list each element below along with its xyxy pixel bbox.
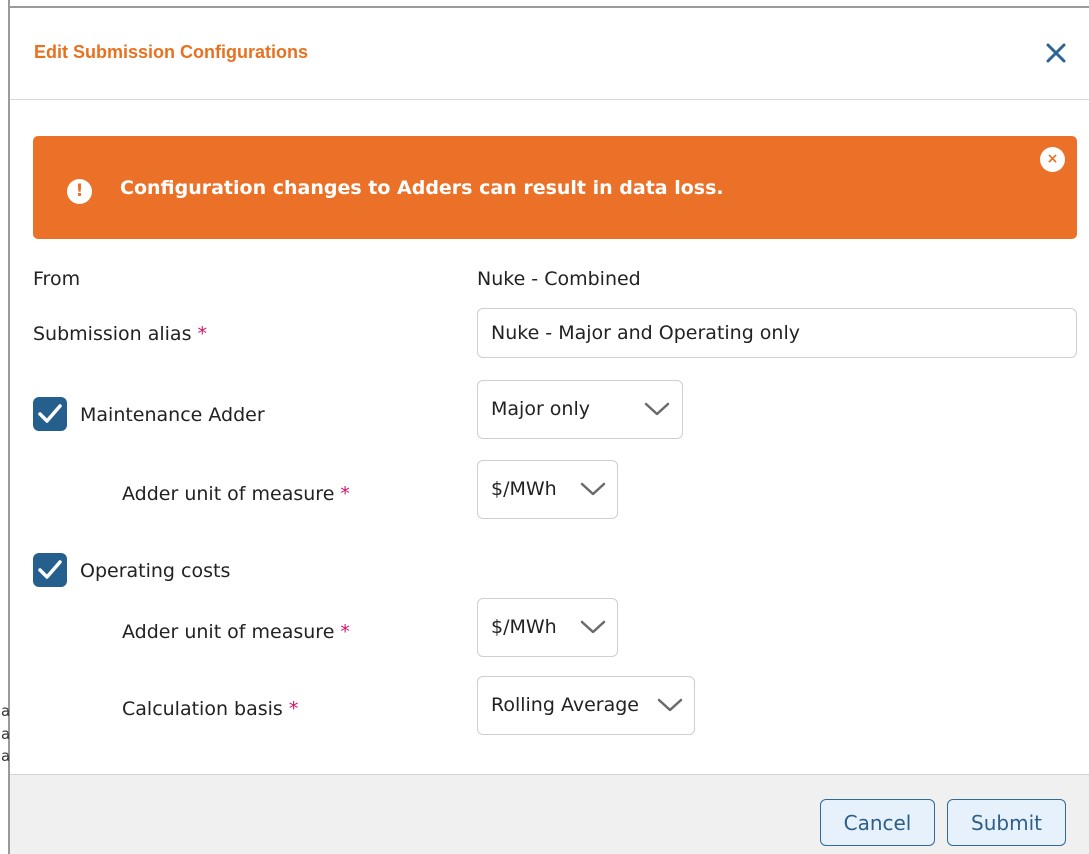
dialog-footer: Cancel Submit xyxy=(10,774,1089,854)
calculation-basis-label-text: Calculation basis xyxy=(122,698,283,720)
exclamation-icon: ! xyxy=(67,179,92,204)
calculation-basis-select-value: Rolling Average xyxy=(491,694,639,716)
maintenance-adder-select[interactable]: Major only xyxy=(477,380,683,439)
operating-uom-label: Adder unit of measure * xyxy=(122,621,350,643)
warning-message: Configuration changes to Adders can resu… xyxy=(120,177,724,199)
from-label: From xyxy=(33,268,81,290)
operating-uom-label-text: Adder unit of measure xyxy=(122,621,335,643)
background-page-edge: a a a xyxy=(0,0,10,854)
submission-alias-label: Submission alias * xyxy=(33,323,207,345)
maintenance-uom-select-value: $/MWh xyxy=(491,478,557,500)
required-marker: * xyxy=(288,698,299,720)
from-value: Nuke - Combined xyxy=(477,268,641,290)
operating-costs-checkbox[interactable] xyxy=(33,553,67,587)
operating-uom-select-value: $/MWh xyxy=(491,616,557,638)
background-text-fragment: a xyxy=(1,747,11,765)
dismiss-warning-button[interactable]: × xyxy=(1040,147,1065,172)
operating-uom-select[interactable]: $/MWh xyxy=(477,598,618,657)
checkmark-icon xyxy=(38,560,62,579)
checkmark-icon xyxy=(38,404,62,423)
maintenance-uom-label-text: Adder unit of measure xyxy=(122,483,335,505)
required-marker: * xyxy=(197,323,207,345)
operating-costs-label: Operating costs xyxy=(80,560,231,582)
background-text-fragment: a xyxy=(1,702,11,720)
maintenance-adder-select-value: Major only xyxy=(491,398,590,420)
maintenance-adder-checkbox[interactable] xyxy=(33,397,67,431)
submission-alias-input[interactable] xyxy=(477,308,1077,358)
chevron-down-icon xyxy=(580,482,606,496)
maintenance-adder-label: Maintenance Adder xyxy=(80,404,265,426)
close-icon xyxy=(1046,43,1066,63)
dialog-header: Edit Submission Configurations xyxy=(10,8,1089,100)
maintenance-uom-select[interactable]: $/MWh xyxy=(477,460,618,519)
required-marker: * xyxy=(340,483,350,505)
submit-button[interactable]: Submit xyxy=(947,799,1066,846)
cancel-button[interactable]: Cancel xyxy=(820,799,935,846)
background-text-fragment: a xyxy=(1,725,11,743)
dialog-title: Edit Submission Configurations xyxy=(34,42,308,62)
calculation-basis-select[interactable]: Rolling Average xyxy=(477,676,695,735)
maintenance-uom-label: Adder unit of measure * xyxy=(122,483,350,505)
close-dialog-button[interactable] xyxy=(1041,38,1071,68)
chevron-down-icon xyxy=(657,698,683,712)
required-marker: * xyxy=(340,621,350,643)
data-loss-warning-banner: ! Configuration changes to Adders can re… xyxy=(33,136,1077,239)
submission-alias-label-text: Submission alias xyxy=(33,323,192,345)
chevron-down-icon xyxy=(580,620,606,634)
edit-submission-dialog: Edit Submission Configurations ! Configu… xyxy=(10,6,1089,854)
close-icon: × xyxy=(1046,151,1059,167)
chevron-down-icon xyxy=(644,402,670,416)
calculation-basis-label: Calculation basis * xyxy=(122,698,298,720)
